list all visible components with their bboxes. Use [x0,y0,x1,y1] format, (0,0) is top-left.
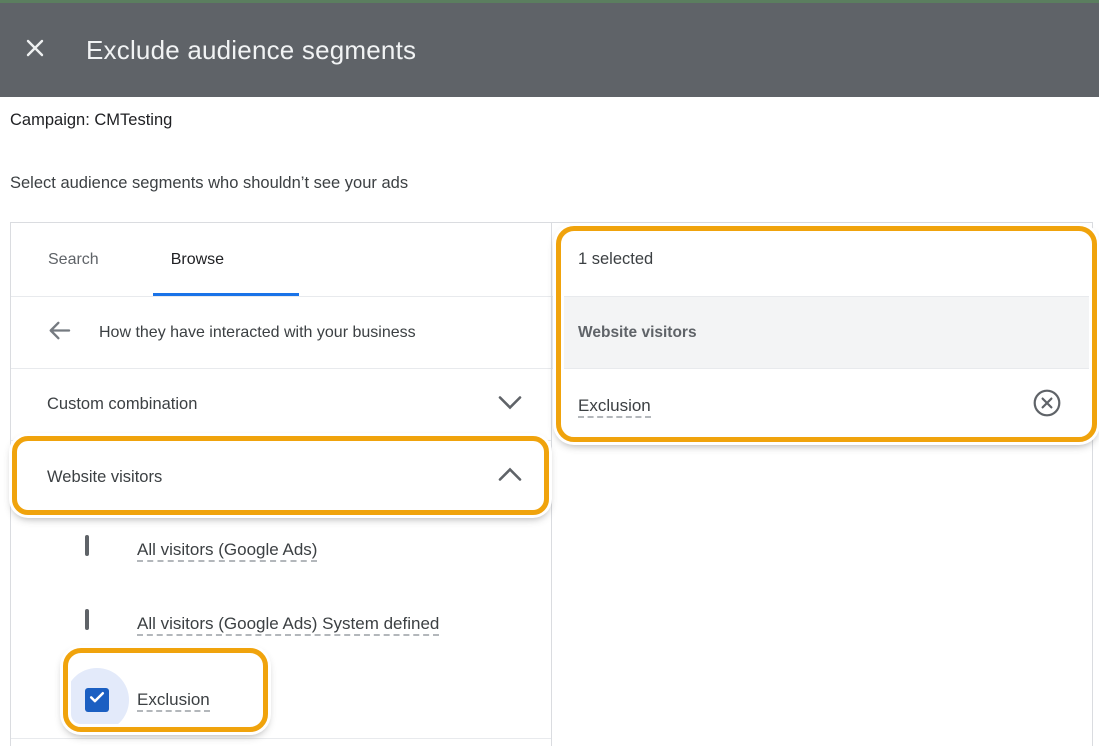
group-row-custom-combination[interactable]: Custom combination [11,369,551,441]
selected-item-row: Exclusion [552,369,1092,442]
tab-bar: Search Browse [11,223,551,297]
group-row-website-visitors[interactable]: Website visitors [11,441,551,513]
group-label: Website visitors [47,468,162,487]
audience-picker-panel: Search Browse How they have interacted w… [10,222,1093,746]
selected-count: 1 selected [552,223,1092,297]
close-icon [23,36,47,65]
segment-label[interactable]: Exclusion [137,684,210,715]
instruction-text: Select audience segments who shouldn’t s… [10,174,408,193]
category-header-row: How they have interacted with your busin… [11,297,551,369]
selected-panel: 1 selected Website visitors Exclusion [552,223,1092,746]
segment-label[interactable]: All visitors (Google Ads) [137,534,317,565]
selected-group-header: Website visitors [578,324,697,342]
segment-label[interactable]: All visitors (Google Ads) System defined [137,608,439,639]
checkbox-exclusion[interactable] [85,688,109,712]
dialog-title: Exclude audience segments [86,35,416,66]
check-icon [87,687,107,712]
circle-x-icon [1032,388,1062,423]
tab-search[interactable]: Search [48,251,99,269]
segment-row-all-visitors: All visitors (Google Ads) [11,513,551,585]
segment-row-exclusion: Exclusion [11,661,551,739]
segment-row-all-visitors-system-defined: All visitors (Google Ads) System defined [11,585,551,661]
back-button[interactable] [45,319,73,347]
checkbox-all-visitors[interactable] [85,535,89,556]
active-tab-indicator [153,293,299,296]
dialog-header: Exclude audience segments [0,3,1099,97]
chevron-up-icon [497,466,523,488]
remove-selected-button[interactable] [1032,391,1062,421]
selected-group-header-row: Website visitors [552,297,1092,369]
selected-item-label[interactable]: Exclusion [578,396,651,416]
browse-panel: Search Browse How they have interacted w… [11,223,552,746]
exclude-audience-segments-dialog: Exclude audience segments Campaign: CMTe… [0,0,1099,746]
campaign-label: Campaign: CMTesting [10,111,172,130]
arrow-left-icon [46,317,73,349]
close-button[interactable] [22,37,48,63]
category-header: How they have interacted with your busin… [99,324,416,342]
tab-browse[interactable]: Browse [171,251,224,269]
chevron-down-icon [497,394,523,416]
checkbox-all-visitors-system-defined[interactable] [85,609,89,630]
group-label: Custom combination [47,395,197,414]
